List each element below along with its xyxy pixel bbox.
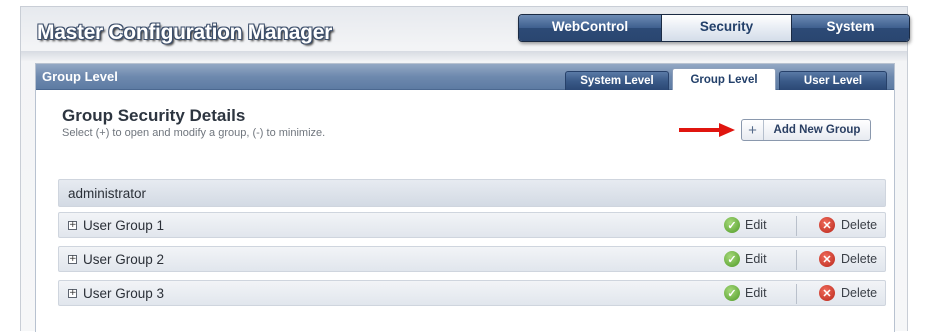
action-divider [796,284,797,304]
add-new-group-label: Add New Group [773,124,861,136]
app-title: Master Configuration Manager [37,21,332,44]
delete-button[interactable]: ✕ Delete [819,285,877,301]
edit-button[interactable]: ✓ Edit [724,251,767,267]
edit-button[interactable]: ✓ Edit [724,285,767,301]
expand-icon[interactable]: + [68,221,77,230]
top-tab-webcontrol[interactable]: WebControl [519,15,661,41]
tab-group-level[interactable]: Group Level [672,68,776,90]
action-divider [796,250,797,270]
app-window: Master Configuration Manager WebControl … [20,6,910,332]
delete-label: Delete [841,252,878,266]
panel-title: Group Level [42,69,118,84]
expand-icon[interactable]: + [68,255,77,264]
edit-label: Edit [745,252,767,266]
checkmark-icon: ✓ [724,251,740,267]
delete-x-icon: ✕ [819,251,835,267]
delete-x-icon: ✕ [819,285,835,301]
group-row: + User Group 1 ✓ Edit ✕ Delete [58,212,886,238]
header-divider [21,51,907,61]
group-label: User Group 1 [83,218,165,233]
expand-icon[interactable]: + [68,289,77,298]
panel-header: Group Level System Level Group Level Use… [36,64,894,90]
top-tab-security[interactable]: Security [661,15,791,41]
plus-icon: + [742,120,764,140]
delete-label: Delete [841,218,878,232]
delete-label: Delete [841,286,878,300]
delete-button[interactable]: ✕ Delete [819,251,877,267]
checkmark-icon: ✓ [724,217,740,233]
group-row: + User Group 3 ✓ Edit ✕ Delete [58,280,886,306]
edit-label: Edit [745,286,767,300]
tab-user-level[interactable]: User Level [779,71,887,90]
group-label: administrator [68,186,147,201]
level-tabs: System Level Group Level User Level [562,68,894,90]
tab-system-level[interactable]: System Level [565,71,669,90]
group-row-administrator[interactable]: administrator [58,179,886,207]
top-nav: WebControl Security System [518,14,910,42]
details-title: Group Security Details [62,106,246,125]
delete-x-icon: ✕ [819,217,835,233]
delete-button[interactable]: ✕ Delete [819,217,877,233]
group-level-panel: Group Level System Level Group Level Use… [35,63,895,332]
edit-button[interactable]: ✓ Edit [724,217,767,233]
edit-label: Edit [745,218,767,232]
details-instructions: Select (+) to open and modify a group, (… [62,127,326,139]
annotation-arrow-icon [679,123,735,137]
action-divider [796,216,797,236]
add-new-group-button[interactable]: + Add New Group [741,119,871,141]
group-row: + User Group 2 ✓ Edit ✕ Delete [58,246,886,272]
group-label: User Group 2 [83,252,165,267]
top-tab-system[interactable]: System [791,15,909,41]
checkmark-icon: ✓ [724,285,740,301]
group-label: User Group 3 [83,286,165,301]
